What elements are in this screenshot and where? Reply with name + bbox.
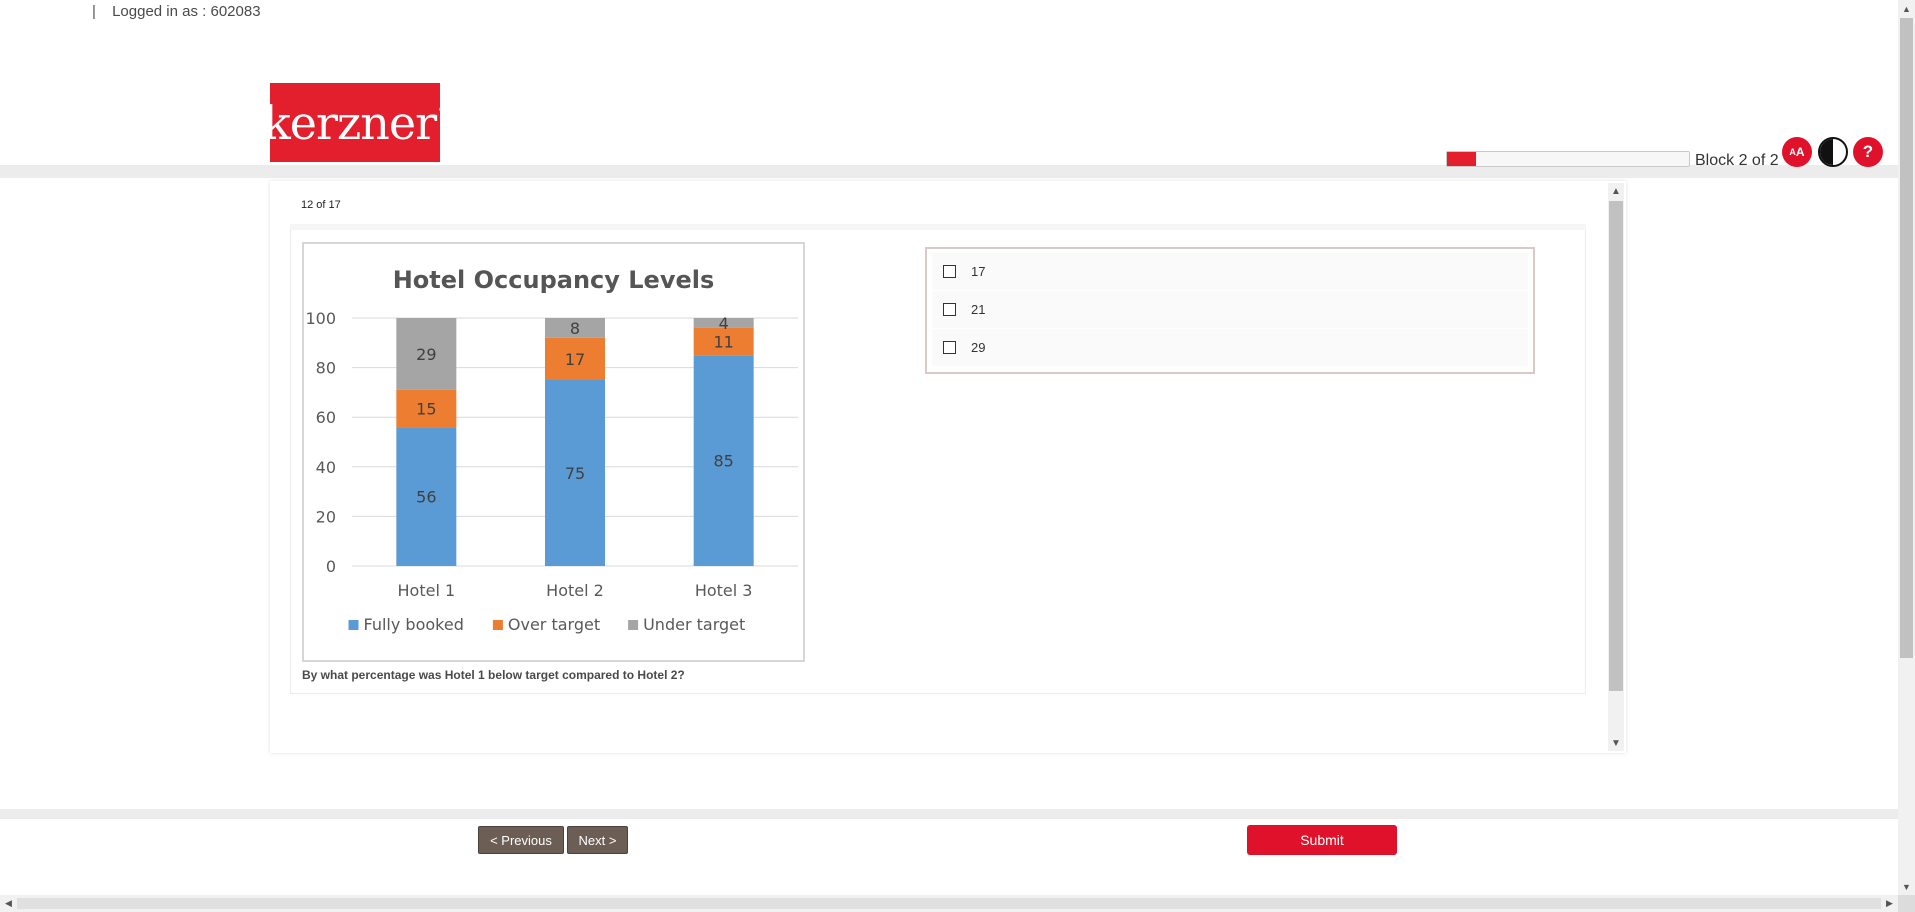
window-hscroll-thumb[interactable] xyxy=(17,898,1881,909)
question-counter: 12 of 17 xyxy=(301,199,341,211)
occupancy-chart: Hotel Occupancy Levels 0 20 40 60 80 100 56 15 29… xyxy=(302,242,805,662)
legend-label: Under target xyxy=(643,615,745,634)
answer-option[interactable]: 17 xyxy=(932,253,1528,290)
panel-scroll-thumb[interactable] xyxy=(1609,201,1623,691)
y-tick-label: 0 xyxy=(326,557,336,576)
scroll-up-icon[interactable]: ▲ xyxy=(1608,183,1624,199)
contrast-toggle-button[interactable] xyxy=(1818,137,1848,167)
data-label: 17 xyxy=(565,350,585,369)
data-label: 29 xyxy=(416,345,436,364)
logged-in-label: Logged in as : 602083 xyxy=(112,3,261,20)
contrast-icon xyxy=(1820,139,1833,165)
window-scroll-up-icon[interactable]: ▲ xyxy=(1898,0,1915,17)
previous-button[interactable]: < Previous xyxy=(478,826,564,854)
question-text: By what percentage was Hotel 1 below tar… xyxy=(302,668,685,682)
window-scroll-left-icon[interactable]: ◀ xyxy=(0,895,17,912)
app-window: | Logged in as : 602083 kerzner ® Block 2… xyxy=(0,0,1915,912)
chart-title: Hotel Occupancy Levels xyxy=(393,266,715,294)
login-info: | Logged in as : 602083 xyxy=(92,3,261,20)
scrollbar-corner xyxy=(1898,895,1915,912)
legend-swatch xyxy=(628,620,639,630)
legend-label: Over target xyxy=(508,615,600,634)
answer-label: 29 xyxy=(971,340,986,355)
y-tick-label: 40 xyxy=(316,458,336,477)
logo-text: kerzner xyxy=(262,95,437,150)
y-tick-label: 100 xyxy=(305,309,336,328)
window-horizontal-scrollbar[interactable]: ◀ ▶ xyxy=(0,895,1898,912)
window-vertical-scrollbar[interactable]: ▲ ▼ xyxy=(1898,0,1915,895)
answer-option[interactable]: 29 xyxy=(932,329,1528,366)
x-tick-label: Hotel 2 xyxy=(546,581,604,600)
block-label: Block 2 of 2 xyxy=(1695,152,1779,169)
data-label: 15 xyxy=(416,400,436,419)
window-scroll-down-icon[interactable]: ▼ xyxy=(1898,878,1915,895)
x-tick-label: Hotel 1 xyxy=(398,581,456,600)
login-separator: | xyxy=(92,3,96,20)
data-label: 56 xyxy=(416,488,436,507)
answer-checkbox[interactable] xyxy=(943,303,956,316)
font-size-large-a: A xyxy=(1795,145,1805,159)
answer-option[interactable]: 21 xyxy=(932,291,1528,328)
submit-button[interactable]: Submit xyxy=(1247,825,1397,855)
question-content-top-strip xyxy=(290,224,1586,230)
answer-checkbox[interactable] xyxy=(943,341,956,354)
font-size-button[interactable]: AA xyxy=(1782,137,1812,167)
test-progress-fill xyxy=(1447,152,1477,166)
answer-label: 21 xyxy=(971,302,986,317)
kerzner-logo: kerzner ® xyxy=(263,83,448,162)
answer-options: 17 21 29 xyxy=(925,247,1535,374)
y-tick-label: 80 xyxy=(316,359,336,378)
data-label: 8 xyxy=(570,319,580,338)
y-tick-label: 20 xyxy=(316,507,336,526)
data-label: 85 xyxy=(713,452,733,471)
answer-label: 17 xyxy=(971,264,986,279)
scroll-down-icon[interactable]: ▼ xyxy=(1608,735,1624,751)
legend-swatch xyxy=(348,620,359,630)
answer-checkbox[interactable] xyxy=(943,265,956,278)
chart-svg: Hotel Occupancy Levels 0 20 40 60 80 100 56 15 29… xyxy=(305,266,798,634)
panel-scrollbar[interactable]: ▲ ▼ xyxy=(1608,183,1624,751)
help-icon: ? xyxy=(1862,142,1874,161)
y-tick-label: 60 xyxy=(316,408,336,427)
legend-label: Fully booked xyxy=(364,615,464,634)
data-label: 4 xyxy=(719,314,729,333)
legend-swatch xyxy=(492,620,503,630)
test-progress-bar xyxy=(1446,151,1690,167)
logo-registered-mark: ® xyxy=(438,105,448,116)
window-scroll-right-icon[interactable]: ▶ xyxy=(1881,895,1898,912)
data-label: 11 xyxy=(713,333,733,352)
window-scroll-thumb[interactable] xyxy=(1900,18,1913,658)
x-tick-label: Hotel 3 xyxy=(695,581,753,600)
next-button[interactable]: Next > xyxy=(567,826,628,854)
data-label: 75 xyxy=(565,464,585,483)
help-button[interactable]: ? xyxy=(1853,137,1883,167)
footer-divider-band xyxy=(0,809,1898,819)
